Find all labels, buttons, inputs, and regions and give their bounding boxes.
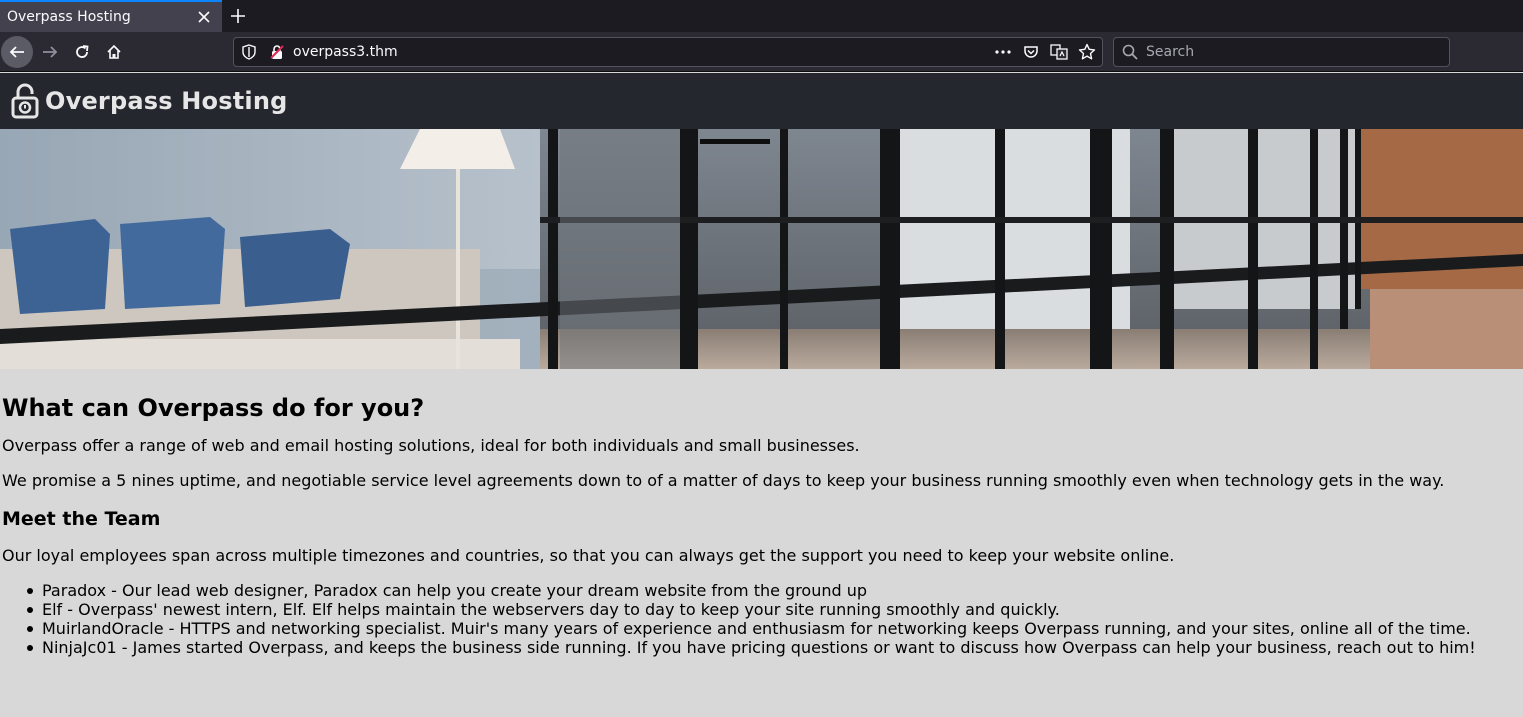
insecure-lock-icon[interactable]	[269, 44, 285, 64]
team-intro-paragraph: Our loyal employees span across multiple…	[2, 546, 1175, 565]
plus-icon	[231, 9, 245, 23]
list-item: NinjaJc01 - James started Overpass, and …	[27, 638, 1521, 657]
new-tab-button[interactable]	[226, 4, 250, 28]
back-button[interactable]	[1, 36, 33, 68]
team-list: Paradox - Our lead web designer, Paradox…	[2, 581, 1521, 657]
search-bar[interactable]	[1113, 37, 1450, 67]
home-button[interactable]	[98, 36, 130, 68]
tab-active[interactable]: Overpass Hosting	[0, 0, 222, 32]
list-item: Paradox - Our lead web designer, Paradox…	[27, 581, 1521, 600]
url-text[interactable]: overpass3.thm	[293, 44, 398, 60]
site-title: Overpass Hosting	[45, 87, 288, 115]
pocket-icon[interactable]	[1022, 41, 1040, 63]
forward-button[interactable]	[34, 36, 66, 68]
team-heading: Meet the Team	[2, 508, 161, 530]
padlock-logo-icon	[11, 83, 39, 119]
services-heading: What can Overpass do for you?	[2, 394, 425, 422]
close-icon[interactable]	[194, 7, 214, 27]
arrow-right-icon	[43, 46, 58, 58]
address-bar[interactable]: overpass3.thm	[233, 37, 1103, 67]
promise-paragraph: We promise a 5 nines uptime, and negotia…	[2, 471, 1445, 490]
site-header: Overpass Hosting	[0, 73, 1523, 129]
intro-paragraph: Overpass offer a range of web and email …	[2, 436, 860, 455]
reload-icon	[76, 45, 89, 58]
list-item: Elf - Overpass' newest intern, Elf. Elf …	[27, 600, 1521, 619]
translate-icon[interactable]	[1050, 41, 1068, 63]
search-input[interactable]	[1146, 42, 1436, 62]
home-icon	[107, 44, 121, 59]
shield-icon[interactable]	[241, 44, 257, 64]
search-icon	[1122, 44, 1138, 64]
reload-button[interactable]	[66, 36, 98, 68]
hero-image	[0, 129, 1523, 369]
more-actions-icon[interactable]	[994, 41, 1012, 63]
list-item: MuirlandOracle - HTTPS and networking sp…	[27, 619, 1521, 638]
arrow-left-icon	[9, 46, 24, 58]
url-actions	[994, 41, 1096, 63]
navigation-toolbar: overpass3.thm	[0, 32, 1523, 72]
bookmark-star-icon[interactable]	[1078, 41, 1096, 63]
main-content: What can Overpass do for you? Overpass o…	[0, 369, 1523, 657]
tab-bar: Overpass Hosting	[0, 0, 1523, 32]
tab-title: Overpass Hosting	[7, 9, 131, 25]
